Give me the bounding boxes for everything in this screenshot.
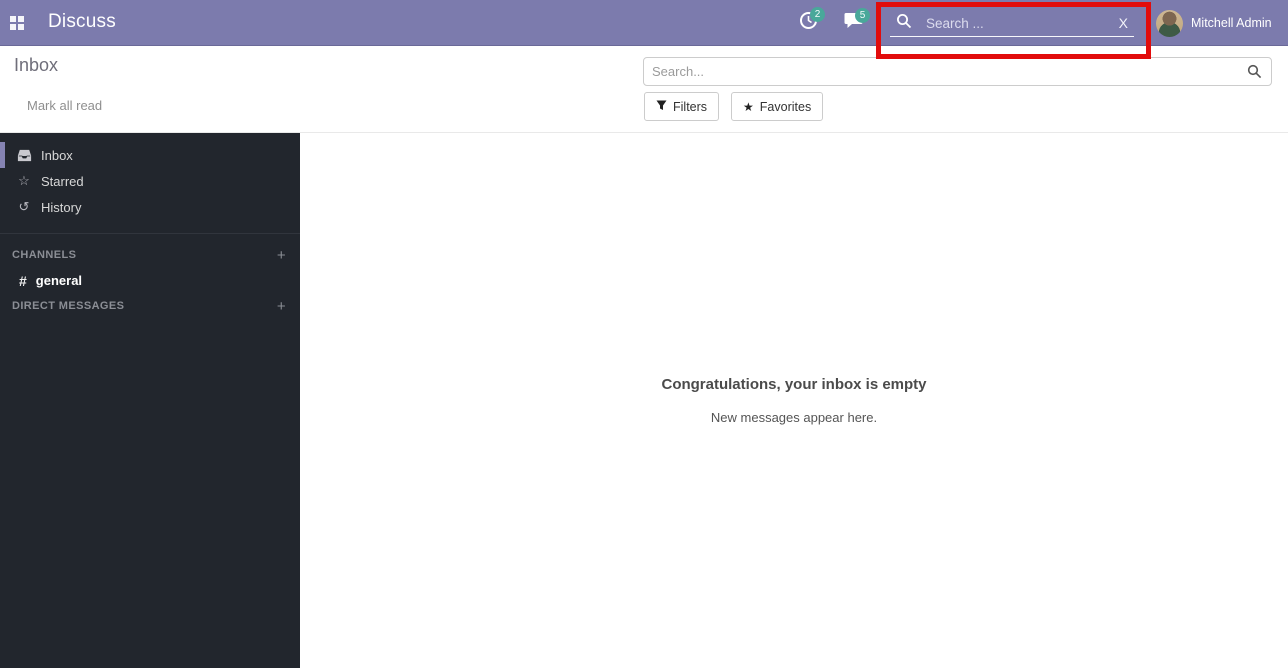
messages-button[interactable]: 5 [844,12,863,29]
direct-messages-header-label: DIRECT MESSAGES [12,300,124,312]
add-direct-message-icon[interactable]: + [277,298,286,315]
empty-state: Congratulations, your inbox is empty New… [300,133,1288,425]
activities-button[interactable]: 2 [799,11,818,30]
funnel-icon [656,100,667,114]
mark-all-read-button[interactable]: Mark all read [27,98,102,113]
search-underline [890,36,1134,37]
channels-header-label: CHANNELS [12,249,76,261]
navbar-search-placeholder[interactable]: Search ... [926,16,1119,31]
star-icon: ★ [743,100,754,114]
discuss-sidebar: Inbox ☆ Starred ↺ History CHANNELS + # g… [0,133,300,668]
top-navbar: Discuss 2 5 Search ... X Mit [0,0,1288,46]
close-icon[interactable]: X [1119,15,1128,31]
user-menu[interactable]: Mitchell Admin [1156,9,1272,37]
direct-messages-header[interactable]: DIRECT MESSAGES + [0,294,300,318]
channels-header[interactable]: CHANNELS + [0,243,300,267]
star-icon: ☆ [16,173,32,189]
hash-icon: # [19,273,27,289]
activity-count-badge: 2 [810,7,825,22]
sidebar-item-inbox[interactable]: Inbox [0,142,300,168]
messages-count-badge: 5 [855,8,870,23]
filters-label: Filters [673,100,707,114]
empty-state-title: Congratulations, your inbox is empty [300,376,1288,393]
favorites-button[interactable]: ★ Favorites [731,92,823,121]
sidebar-item-history[interactable]: ↺ History [0,194,300,220]
sidebar-item-label: History [41,200,81,215]
content-search-bar[interactable] [643,57,1272,86]
channel-label: general [36,273,82,288]
content-area: Inbox ☆ Starred ↺ History CHANNELS + # g… [0,133,1288,668]
filter-buttons-row: Filters ★ Favorites [644,92,823,121]
control-panel: Inbox Mark all read Filters ★ Favorites [0,46,1288,133]
inbox-icon [16,149,32,162]
channels-section: CHANNELS + # general DIRECT MESSAGES + [0,233,300,318]
thread-panel: Congratulations, your inbox is empty New… [300,133,1288,668]
page-title: Inbox [14,55,58,76]
favorites-label: Favorites [760,100,811,114]
history-icon: ↺ [16,199,32,215]
search-input[interactable] [644,64,1247,79]
search-icon[interactable] [1247,64,1262,79]
search-icon [896,13,912,34]
sidebar-item-label: Starred [41,174,84,189]
avatar [1156,10,1183,37]
apps-menu-icon[interactable] [10,16,24,30]
user-name: Mitchell Admin [1191,16,1272,30]
filters-button[interactable]: Filters [644,92,719,121]
sidebar-item-label: Inbox [41,148,73,163]
navbar-search-box[interactable]: Search ... X [882,0,1146,46]
app-title[interactable]: Discuss [48,11,116,33]
add-channel-icon[interactable]: + [277,247,286,264]
channel-item-general[interactable]: # general [0,267,300,294]
empty-state-subtitle: New messages appear here. [300,410,1288,425]
sidebar-item-starred[interactable]: ☆ Starred [0,168,300,194]
